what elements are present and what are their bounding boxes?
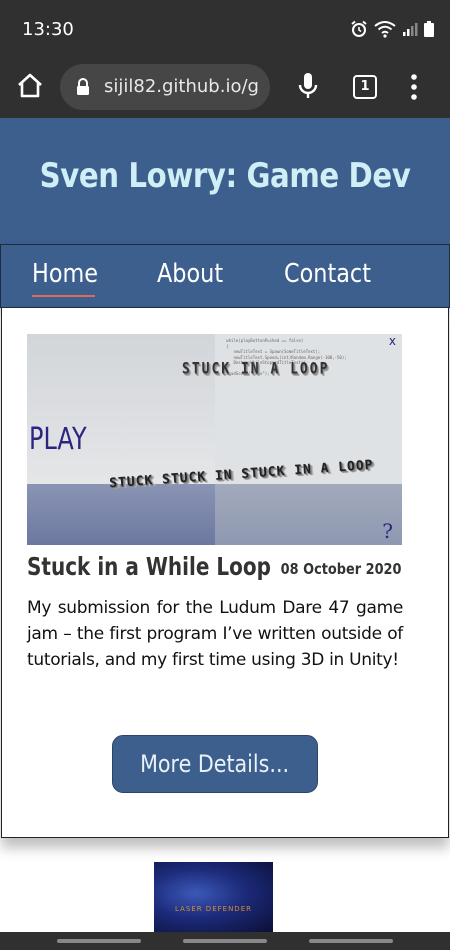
thumbnail-stuck-text-top: STUCK IN A LOOP — [182, 360, 330, 379]
battery-icon — [424, 21, 434, 37]
status-bar: 13:30 — [0, 0, 450, 56]
nav-active-underline — [32, 295, 95, 297]
more-details-button[interactable]: More Details... — [112, 735, 318, 793]
more-details-label: More Details... — [140, 750, 290, 778]
thumbnail-floor-panel — [215, 484, 402, 545]
nav-pill-center[interactable] — [183, 939, 267, 943]
site-nav: Home About Contact — [0, 244, 450, 308]
address-bar[interactable]: sijil82.github.io/g — [60, 64, 270, 110]
menu-icon[interactable] — [406, 72, 422, 102]
thumbnail-help-glyph: ? — [382, 519, 393, 543]
project-description: My submission for the Ludum Dare 47 game… — [27, 598, 403, 670]
wifi-icon — [374, 21, 396, 38]
browser-toolbar: sijil82.github.io/g 1 — [0, 56, 450, 118]
next-project-thumbnail[interactable]: LASER DEFENDER — [154, 862, 273, 932]
project-card: while(playButtonPushed == false) { newTi… — [1, 308, 449, 838]
nav-contact[interactable]: Contact — [284, 259, 371, 289]
lock-icon — [77, 78, 89, 95]
site-header: Sven Lowry: Game Dev — [0, 118, 450, 244]
project-date: 08 October 2020 — [280, 560, 401, 578]
url-text: sijil82.github.io/g — [104, 76, 259, 97]
thumbnail-close-glyph: x — [388, 334, 396, 348]
nav-pill-left[interactable] — [57, 939, 141, 943]
signal-icon — [403, 23, 418, 36]
project-thumbnail[interactable]: while(playButtonPushed == false) { newTi… — [27, 334, 402, 545]
alarm-icon — [351, 20, 367, 37]
status-time: 13:30 — [22, 19, 74, 40]
nav-home[interactable]: Home — [32, 259, 98, 289]
system-nav-bar — [0, 932, 450, 950]
site-title: Sven Lowry: Game Dev — [39, 156, 411, 196]
next-project-thumbnail-label: LASER DEFENDER — [175, 905, 252, 913]
mic-icon[interactable] — [296, 70, 320, 102]
project-title: Stuck in a While Loop — [27, 552, 271, 581]
nav-pill-right[interactable] — [309, 939, 393, 943]
nav-about[interactable]: About — [157, 259, 223, 289]
tabs-button[interactable]: 1 — [353, 75, 377, 99]
thumbnail-play-text: PLAY — [29, 422, 87, 457]
home-icon[interactable] — [14, 70, 46, 102]
status-icons — [350, 20, 434, 38]
